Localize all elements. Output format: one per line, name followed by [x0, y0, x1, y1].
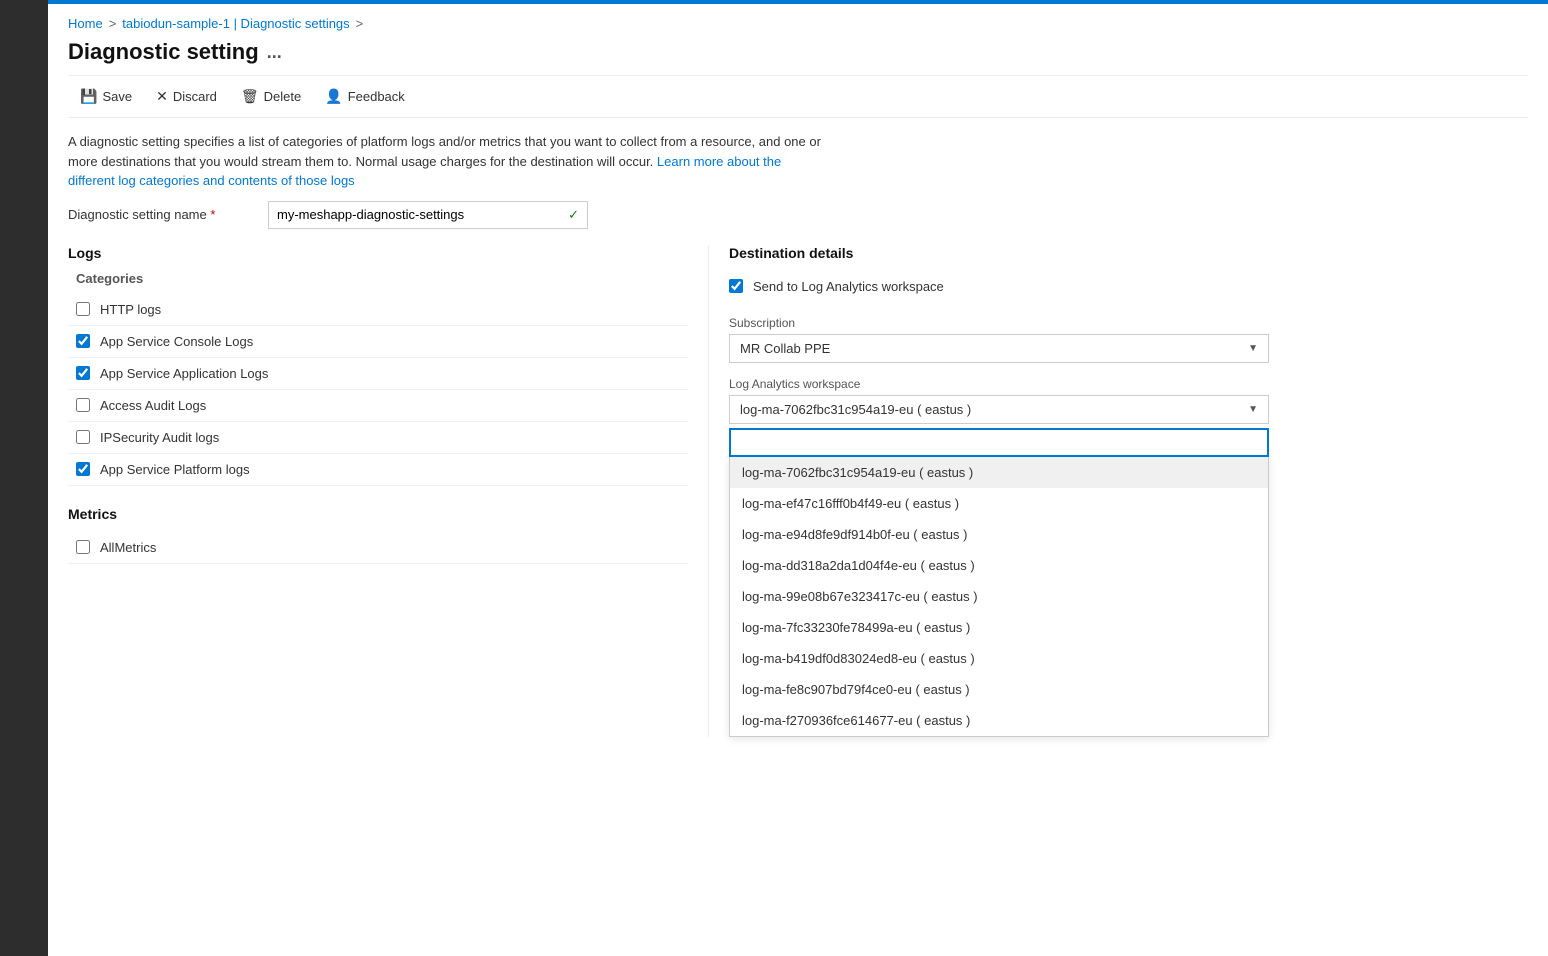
form-label-name: Diagnostic setting name *	[68, 207, 268, 222]
log-label-3[interactable]: Access Audit Logs	[100, 398, 206, 413]
subscription-select[interactable]: MR Collab PPE ▼	[729, 334, 1269, 363]
workspace-search-input[interactable]	[729, 428, 1269, 457]
delete-label: Delete	[264, 89, 302, 104]
dropdown-item-5[interactable]: log-ma-7fc33230fe78499a-eu ( eastus )	[730, 612, 1268, 643]
breadcrumb: Home > tabiodun-sample-1 | Diagnostic se…	[68, 16, 1528, 31]
delete-button[interactable]: 🗑 Delete	[229, 82, 313, 111]
page-title: Diagnostic setting	[68, 39, 259, 65]
discard-icon: ✕	[156, 88, 168, 105]
metric-label-0[interactable]: AllMetrics	[100, 540, 156, 555]
log-checkbox-2[interactable]	[76, 366, 90, 380]
logs-section-title: Logs	[68, 245, 688, 261]
dropdown-item-0[interactable]: log-ma-7062fbc31c954a19-eu ( eastus )	[730, 457, 1268, 488]
log-analytics-chevron-icon: ▼	[1248, 404, 1258, 415]
send-to-log-analytics-checkbox[interactable]	[729, 279, 743, 293]
send-to-log-analytics-label[interactable]: Send to Log Analytics workspace	[753, 279, 944, 294]
workspace-dropdown-list: log-ma-7062fbc31c954a19-eu ( eastus )log…	[729, 457, 1269, 737]
log-analytics-value: log-ma-7062fbc31c954a19-eu ( eastus )	[740, 402, 971, 417]
log-analytics-field-group: Log Analytics workspace log-ma-7062fbc31…	[729, 377, 1528, 737]
log-label-0[interactable]: HTTP logs	[100, 302, 161, 317]
diagnostic-name-input[interactable]	[277, 207, 564, 222]
feedback-icon: 👤	[325, 88, 342, 105]
breadcrumb-sep1: >	[109, 16, 117, 31]
send-to-log-analytics-row: Send to Log Analytics workspace	[729, 271, 1528, 302]
two-col-layout: Logs Categories HTTP logs App Service Con…	[68, 245, 1528, 737]
logs-checkbox-row: App Service Console Logs	[68, 326, 688, 358]
breadcrumb-sep2: >	[356, 16, 364, 31]
log-checkbox-5[interactable]	[76, 462, 90, 476]
log-label-2[interactable]: App Service Application Logs	[100, 366, 268, 381]
dropdown-item-8[interactable]: log-ma-f270936fce614677-eu ( eastus )	[730, 705, 1268, 736]
metric-checkbox-0[interactable]	[76, 540, 90, 554]
logs-checkboxes-container: HTTP logs App Service Console Logs App Ser…	[68, 294, 688, 486]
log-checkbox-1[interactable]	[76, 334, 90, 348]
categories-subtitle: Categories	[76, 271, 688, 286]
dropdown-item-7[interactable]: log-ma-fe8c907bd79f4ce0-eu ( eastus )	[730, 674, 1268, 705]
log-label-4[interactable]: IPSecurity Audit logs	[100, 430, 219, 445]
log-analytics-label: Log Analytics workspace	[729, 377, 1528, 391]
dropdown-item-2[interactable]: log-ma-e94d8fe9df914b0f-eu ( eastus )	[730, 519, 1268, 550]
log-checkbox-0[interactable]	[76, 302, 90, 316]
logs-checkbox-row: Access Audit Logs	[68, 390, 688, 422]
metrics-section: Metrics AllMetrics	[68, 506, 688, 564]
subscription-chevron-icon: ▼	[1248, 343, 1258, 354]
save-icon: 💾	[80, 88, 97, 105]
metrics-checkbox-row: AllMetrics	[68, 532, 688, 564]
main-content: Home > tabiodun-sample-1 | Diagnostic se…	[48, 4, 1548, 749]
logs-checkbox-row: App Service Application Logs	[68, 358, 688, 390]
dropdown-item-4[interactable]: log-ma-99e08b67e323417c-eu ( eastus )	[730, 581, 1268, 612]
discard-button[interactable]: ✕ Discard	[144, 82, 229, 111]
log-checkbox-3[interactable]	[76, 398, 90, 412]
logs-checkbox-row: App Service Platform logs	[68, 454, 688, 486]
toolbar: 💾 Save ✕ Discard 🗑 Delete 👤 Feedback	[68, 75, 1528, 118]
dropdown-item-3[interactable]: log-ma-dd318a2da1d04f4e-eu ( eastus )	[730, 550, 1268, 581]
form-row-name: Diagnostic setting name * ✓	[68, 201, 1528, 229]
log-checkbox-4[interactable]	[76, 430, 90, 444]
breadcrumb-home[interactable]: Home	[68, 16, 103, 31]
page-title-dots[interactable]: ...	[267, 42, 282, 63]
required-marker: *	[210, 207, 215, 222]
subscription-value: MR Collab PPE	[740, 341, 830, 356]
name-valid-icon: ✓	[568, 207, 579, 223]
logs-checkbox-row: IPSecurity Audit logs	[68, 422, 688, 454]
log-label-1[interactable]: App Service Console Logs	[100, 334, 253, 349]
dropdown-item-6[interactable]: log-ma-b419df0d83024ed8-eu ( eastus )	[730, 643, 1268, 674]
save-label: Save	[102, 89, 132, 104]
logs-checkbox-row: HTTP logs	[68, 294, 688, 326]
sidebar	[0, 0, 48, 956]
diagnostic-name-input-container: ✓	[268, 201, 588, 229]
save-button[interactable]: 💾 Save	[68, 82, 144, 111]
metrics-checkboxes-container: AllMetrics	[68, 532, 688, 564]
log-analytics-select[interactable]: log-ma-7062fbc31c954a19-eu ( eastus ) ▼	[729, 395, 1269, 424]
breadcrumb-resource[interactable]: tabiodun-sample-1 | Diagnostic settings	[122, 16, 349, 31]
delete-icon: 🗑	[241, 88, 259, 105]
metrics-section-title: Metrics	[68, 506, 688, 522]
feedback-label: Feedback	[348, 89, 405, 104]
subscription-label: Subscription	[729, 316, 1528, 330]
subscription-field-group: Subscription MR Collab PPE ▼	[729, 316, 1528, 363]
dropdown-item-1[interactable]: log-ma-ef47c16fff0b4f49-eu ( eastus )	[730, 488, 1268, 519]
dropdown-items: log-ma-7062fbc31c954a19-eu ( eastus )log…	[730, 457, 1268, 736]
discard-label: Discard	[173, 89, 217, 104]
right-column: Destination details Send to Log Analytic…	[708, 245, 1528, 737]
feedback-button[interactable]: 👤 Feedback	[313, 82, 417, 111]
left-column: Logs Categories HTTP logs App Service Con…	[68, 245, 708, 737]
page-title-row: Diagnostic setting ...	[68, 39, 1528, 65]
destination-section-title: Destination details	[729, 245, 1528, 261]
description: A diagnostic setting specifies a list of…	[68, 132, 828, 191]
form-label-text: Diagnostic setting name	[68, 207, 207, 222]
log-label-5[interactable]: App Service Platform logs	[100, 462, 250, 477]
